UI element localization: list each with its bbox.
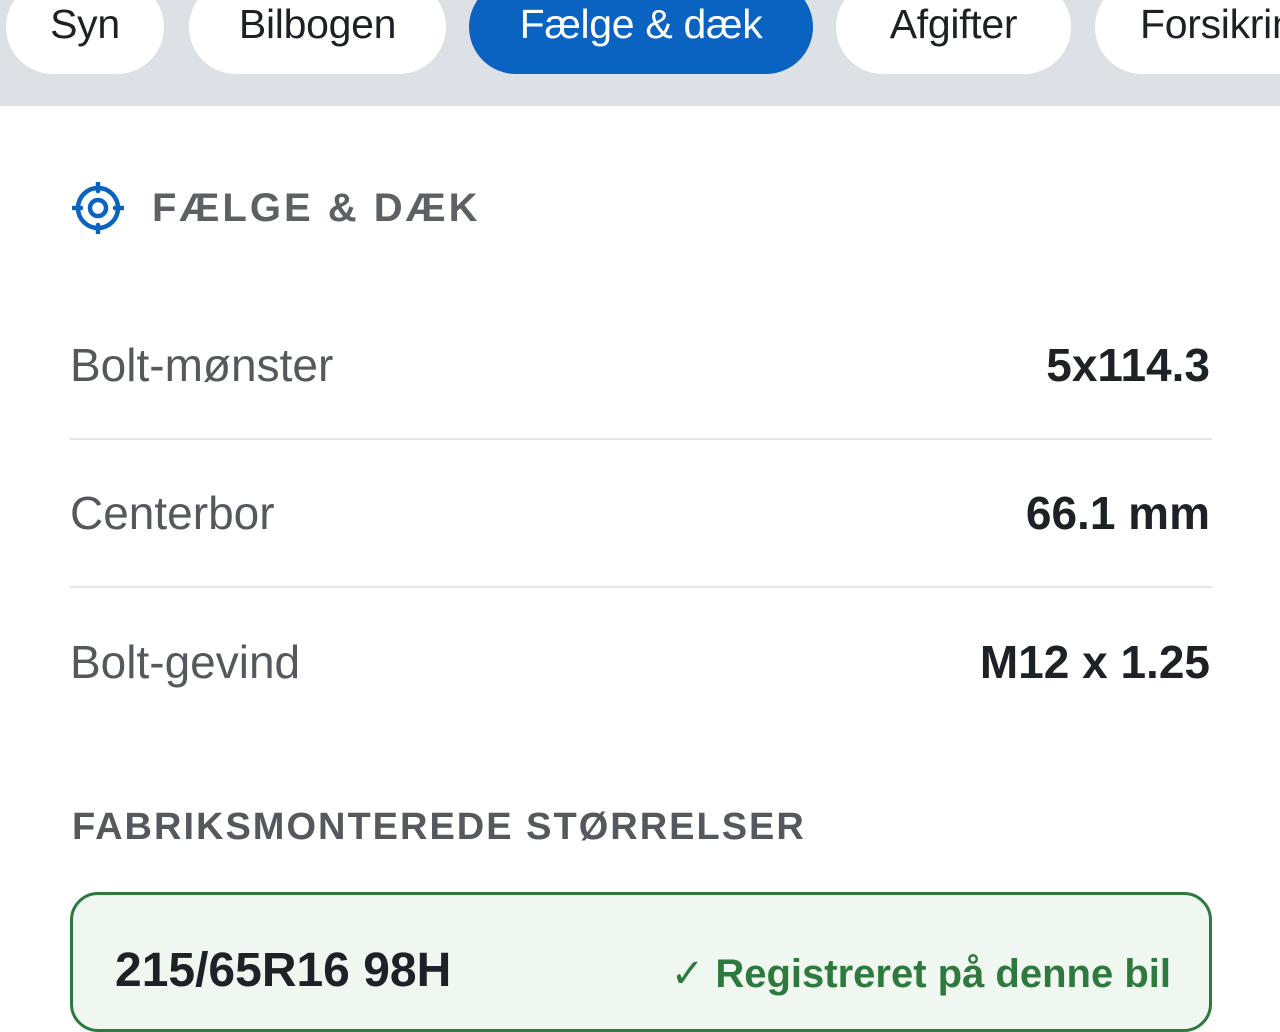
target-icon [72, 182, 124, 234]
section-title: FÆLGE & DÆK [152, 185, 481, 230]
tab-syn[interactable]: Syn [6, 0, 164, 74]
tab-forsikring[interactable]: Forsikring [1095, 0, 1280, 74]
registered-badge: ✓ Registreret på denne bil [670, 952, 1171, 996]
tab-faelge-daek[interactable]: Fælge & dæk [469, 0, 813, 74]
tire-size-card[interactable]: 215/65R16 98H ✓ Registreret på denne bil [70, 892, 1212, 1032]
tire-size: 215/65R16 98H [115, 944, 452, 997]
spec-label: Bolt-gevind [70, 636, 301, 688]
main-content: FÆLGE & DÆK Bolt-mønster 5x114.3 Centerb… [0, 106, 1280, 1032]
tab-afgifter[interactable]: Afgifter [836, 0, 1071, 74]
tab-bilbogen[interactable]: Bilbogen [189, 0, 446, 74]
section-header: FÆLGE & DÆK [72, 182, 481, 234]
factory-sizes-title: FABRIKSMONTEREDE STØRRELSER [72, 806, 806, 848]
tab-bar: Syn Bilbogen Fælge & dæk Afgifter Forsik… [0, 0, 1280, 106]
spec-row: Bolt-mønster 5x114.3 [70, 292, 1212, 440]
spec-list: Bolt-mønster 5x114.3 Centerbor 66.1 mm B… [70, 292, 1212, 736]
spec-label: Bolt-mønster [70, 339, 334, 391]
spec-value: 5x114.3 [1046, 339, 1210, 391]
spec-row: Bolt-gevind M12 x 1.25 [70, 588, 1212, 736]
spec-value: M12 x 1.25 [979, 636, 1210, 688]
spec-label: Centerbor [70, 487, 275, 539]
spec-value: 66.1 mm [1025, 487, 1210, 539]
spec-row: Centerbor 66.1 mm [70, 440, 1212, 588]
